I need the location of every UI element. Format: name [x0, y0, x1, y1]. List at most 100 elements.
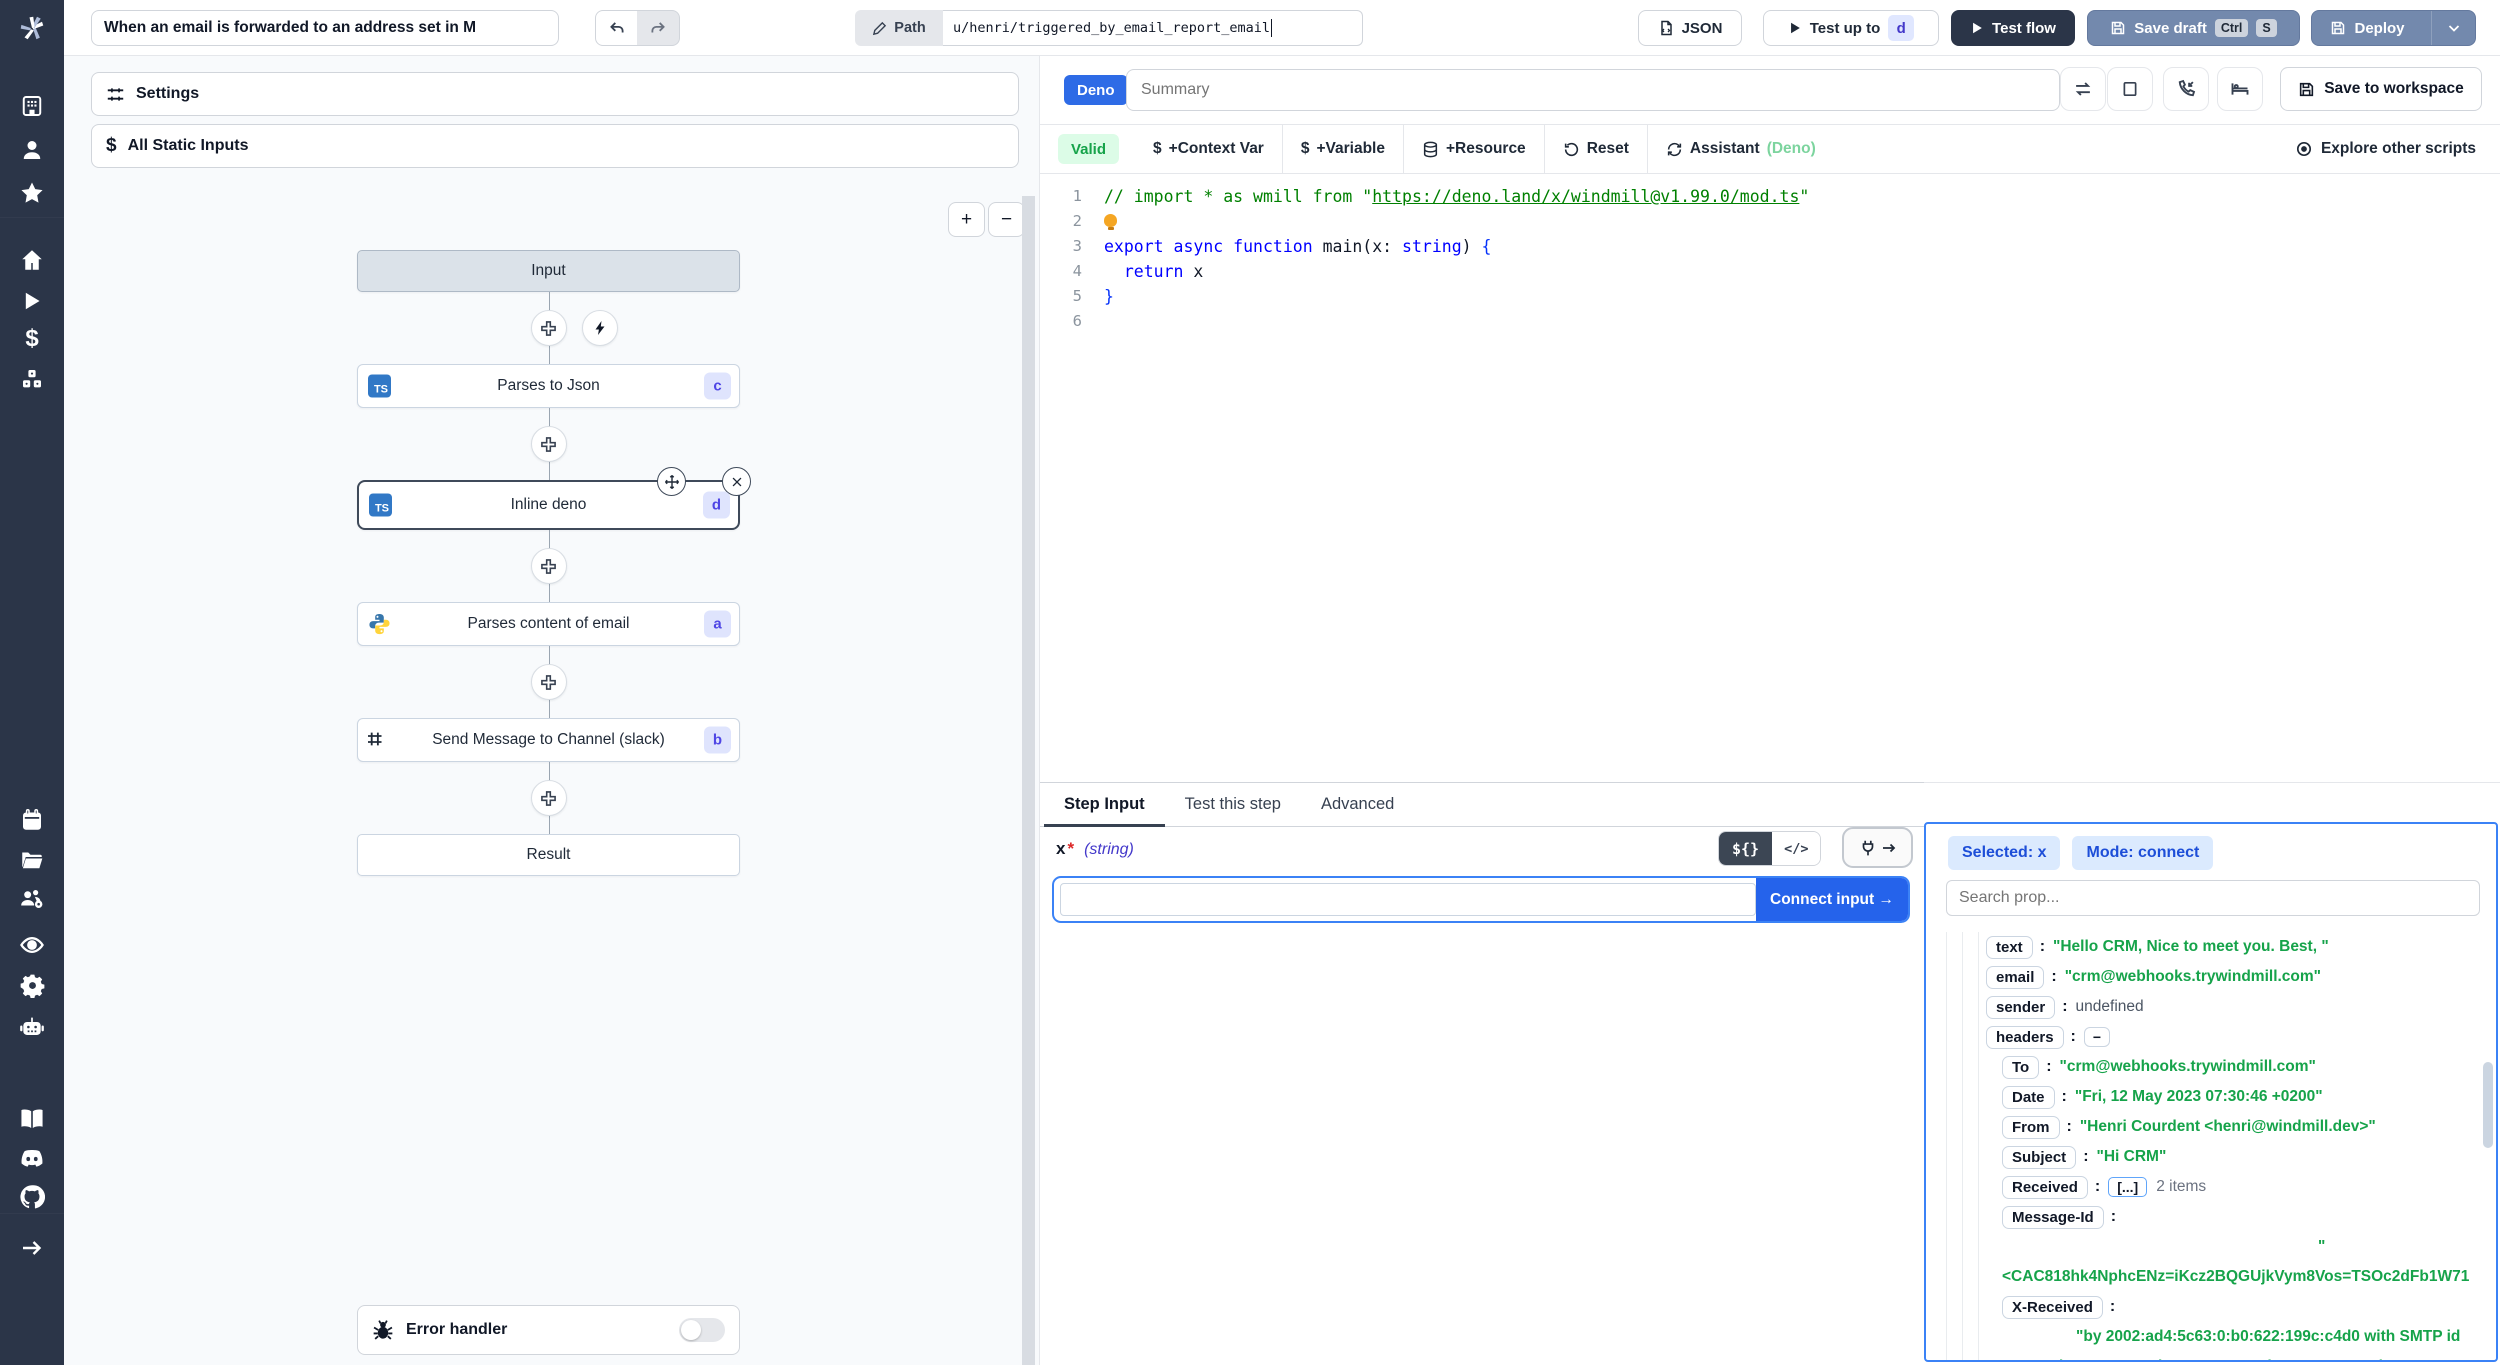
prop-key[interactable]: email: [1986, 965, 2045, 989]
play-icon[interactable]: [0, 281, 64, 321]
add-step-button[interactable]: [530, 310, 567, 346]
prop-key[interactable]: X-Received: [2002, 1295, 2103, 1319]
lightbulb-icon[interactable]: [1104, 214, 1117, 230]
prop-key[interactable]: To: [2002, 1055, 2040, 1079]
add-step-button[interactable]: [530, 548, 567, 584]
prop-row-sender[interactable]: sender: undefined: [1926, 992, 2496, 1022]
add-step-button[interactable]: [530, 780, 567, 816]
star-icon[interactable]: [0, 173, 64, 213]
redo-button[interactable]: [637, 10, 680, 46]
user-group-gear-icon[interactable]: [0, 879, 64, 919]
prop-key[interactable]: headers: [1986, 1025, 2064, 1049]
add-context-var-button[interactable]: $ +Context Var: [1135, 140, 1282, 158]
gear-icon[interactable]: [0, 965, 64, 1005]
code-line[interactable]: 2: [1040, 209, 2500, 234]
collapsed-array-box[interactable]: [...]: [2108, 1177, 2148, 1197]
windmill-logo[interactable]: [0, 8, 64, 48]
flow-title-input[interactable]: [91, 10, 559, 46]
phone-incoming-button[interactable]: [2163, 67, 2209, 111]
deploy-button[interactable]: Deploy: [2311, 10, 2476, 46]
prop-row-to[interactable]: To: "crm@webhooks.trywindmill.com": [1926, 1052, 2496, 1082]
test-up-to-button[interactable]: Test up to d: [1763, 10, 1939, 46]
sync-button[interactable]: [2060, 67, 2106, 111]
flow-node-send-message-slack[interactable]: ⌗ Send Message to Channel (slack) b: [357, 718, 740, 762]
language-badge[interactable]: Deno: [1064, 75, 1128, 105]
add-resource-button[interactable]: +Resource: [1404, 140, 1544, 158]
connect-input-button[interactable]: Connect input →: [1756, 878, 1908, 921]
code-line[interactable]: 4 return x: [1040, 259, 2500, 284]
template-mode-option[interactable]: ${}: [1719, 832, 1773, 865]
home-icon[interactable]: [0, 240, 64, 280]
trigger-button[interactable]: [581, 310, 618, 346]
prop-row-email[interactable]: email: "crm@webhooks.trywindmill.com": [1926, 962, 2496, 992]
reset-button[interactable]: Reset: [1545, 140, 1647, 158]
prop-key[interactable]: sender: [1986, 995, 2056, 1019]
deploy-dropdown[interactable]: [2431, 11, 2475, 45]
flow-node-result[interactable]: Result: [357, 834, 740, 876]
prop-row-from[interactable]: From: "Henri Courdent <henri@windmill.dev…: [1926, 1112, 2496, 1142]
canvas-scrollbar[interactable]: [1022, 196, 1035, 1365]
code-mode-option[interactable]: </>: [1772, 832, 1821, 865]
save-to-workspace-button[interactable]: Save to workspace: [2280, 67, 2482, 111]
code-line[interactable]: 3 export async function main(x: string) {: [1040, 234, 2500, 259]
flow-node-parses-to-json[interactable]: TS Parses to Json c: [357, 364, 740, 408]
json-button[interactable]: JSON: [1638, 10, 1742, 46]
book-icon[interactable]: [0, 1099, 64, 1139]
folder-icon[interactable]: [0, 840, 64, 880]
prop-key[interactable]: From: [2002, 1115, 2060, 1139]
user-icon[interactable]: [0, 130, 64, 170]
explore-other-scripts-button[interactable]: Explore other scripts: [2289, 139, 2482, 159]
add-variable-button[interactable]: $ +Variable: [1283, 140, 1403, 158]
prop-row-headers[interactable]: headers: −: [1926, 1022, 2496, 1052]
settings-box[interactable]: Settings: [91, 72, 1019, 116]
github-icon[interactable]: [0, 1177, 64, 1217]
connect-plug-button[interactable]: [1842, 827, 1913, 868]
code-line[interactable]: 1// import * as wmill from "https://deno…: [1040, 184, 2500, 209]
add-step-button[interactable]: [530, 426, 567, 462]
building-icon[interactable]: [0, 86, 64, 126]
search-prop-input[interactable]: [1946, 880, 2480, 916]
undo-button[interactable]: [595, 10, 638, 46]
tab-advanced[interactable]: Advanced: [1301, 783, 1414, 826]
save-draft-button[interactable]: Save draft Ctrl S: [2087, 10, 2300, 46]
code-line[interactable]: 5}: [1040, 284, 2500, 309]
robot-icon[interactable]: [0, 1007, 64, 1047]
test-up-to-step-badge[interactable]: d: [1888, 15, 1915, 41]
calendar-icon[interactable]: [0, 800, 64, 840]
error-handler-toggle[interactable]: [679, 1318, 725, 1342]
prop-row-message-id[interactable]: Message-Id:: [1926, 1202, 2496, 1232]
value-mode-toggle[interactable]: ${} </>: [1718, 831, 1822, 866]
portrait-view-button[interactable]: [2107, 67, 2153, 111]
tab-step-input[interactable]: Step Input: [1044, 783, 1165, 827]
test-flow-button[interactable]: Test flow: [1951, 10, 2075, 46]
path-input[interactable]: u/henri/triggered_by_email_report_email: [943, 10, 1363, 46]
collapse-toggle[interactable]: −: [2083, 1027, 2111, 1047]
discord-icon[interactable]: [0, 1139, 64, 1179]
prop-key[interactable]: Received: [2002, 1175, 2088, 1199]
tab-test-this-step[interactable]: Test this step: [1165, 783, 1301, 826]
dollar-icon[interactable]: $: [0, 319, 64, 359]
prop-tree-scrollbar[interactable]: [2483, 1062, 2493, 1148]
summary-input[interactable]: [1126, 69, 2060, 111]
prop-key[interactable]: Date: [2002, 1085, 2055, 1109]
zoom-out-button[interactable]: −: [988, 202, 1025, 237]
prop-row-date[interactable]: Date: "Fri, 12 May 2023 07:30:46 +0200": [1926, 1082, 2496, 1112]
cubes-icon[interactable]: [0, 359, 64, 399]
assistant-button[interactable]: Assistant (Deno): [1648, 140, 1834, 158]
prop-row-received[interactable]: Received: [...] 2 items: [1926, 1172, 2496, 1202]
error-handler-box[interactable]: Error handler: [357, 1305, 740, 1355]
prop-row-x-received[interactable]: X-Received:: [1926, 1292, 2496, 1322]
deploy-main[interactable]: Deploy: [2312, 11, 2423, 45]
flow-node-input[interactable]: Input: [357, 250, 740, 292]
code-editor[interactable]: 1// import * as wmill from "https://deno…: [1040, 174, 2500, 782]
flow-node-inline-deno[interactable]: TS Inline deno d: [357, 467, 751, 530]
arrow-right-icon[interactable]: [0, 1228, 64, 1268]
add-step-button[interactable]: [530, 664, 567, 700]
prop-key[interactable]: Subject: [2002, 1145, 2077, 1169]
prop-key[interactable]: text: [1986, 935, 2033, 959]
step-value-input[interactable]: [1060, 883, 1756, 916]
eye-icon[interactable]: [0, 925, 64, 965]
zoom-in-button[interactable]: +: [948, 202, 985, 237]
prop-key[interactable]: Message-Id: [2002, 1205, 2104, 1229]
bed-button[interactable]: [2217, 67, 2263, 111]
